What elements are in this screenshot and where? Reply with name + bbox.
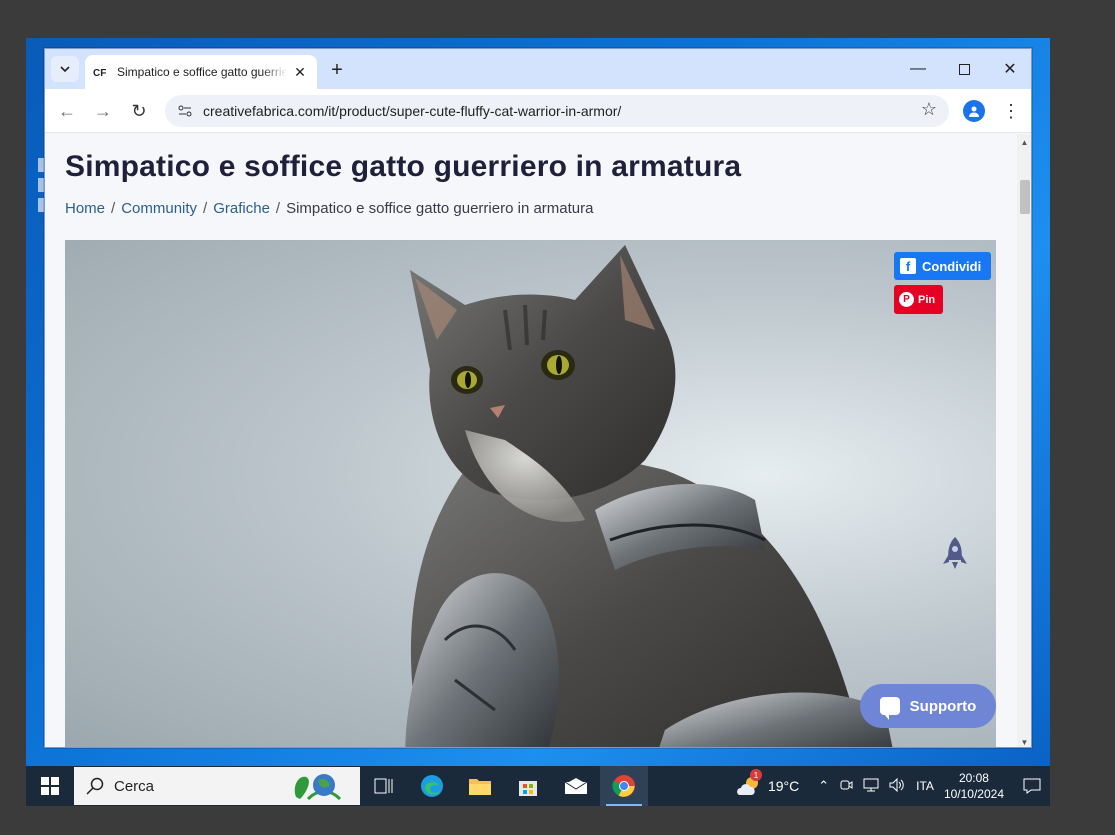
back-button[interactable]: ← <box>55 99 79 123</box>
vertical-scrollbar[interactable]: ▲ ▼ <box>1017 134 1031 747</box>
scroll-down-arrow-icon[interactable]: ▼ <box>1020 738 1029 747</box>
breadcrumb: Home / Community / Grafiche / Simpatico e soff… <box>65 200 593 217</box>
support-label: Supporto <box>909 697 977 715</box>
share-label: Condividi <box>922 258 982 274</box>
product-image[interactable]: f Condividi P Pin Supporto <box>65 240 996 747</box>
input-language[interactable]: ITA <box>916 779 934 793</box>
search-highlight-icon <box>294 774 342 801</box>
chat-bubble-icon <box>879 697 900 720</box>
chevron-down-icon <box>60 66 70 72</box>
scroll-thumb[interactable] <box>1020 180 1030 214</box>
search-icon <box>86 777 104 795</box>
close-tab-icon[interactable]: ✕ <box>291 63 309 81</box>
tab-strip: CF Simpatico e soffice gatto guerriero i… <box>45 49 1031 89</box>
task-view-button[interactable] <box>360 766 408 806</box>
reload-button[interactable]: ↻ <box>127 99 151 123</box>
pinterest-icon: P <box>899 292 914 307</box>
page-viewport: Simpatico e soffice gatto guerriero in a… <box>45 134 1017 747</box>
show-hidden-icons-chevron-icon[interactable]: ⌃ <box>818 778 829 794</box>
breadcrumb-separator: / <box>275 200 281 217</box>
start-button[interactable] <box>26 766 74 806</box>
creativefabrica-icon: CF <box>93 64 109 80</box>
rocket-icon[interactable] <box>941 536 969 575</box>
new-tab-button[interactable]: + <box>325 58 349 82</box>
chrome-taskbar-icon[interactable] <box>600 766 648 806</box>
bookmark-star-icon[interactable]: ☆ <box>921 99 937 120</box>
breadcrumb-current: Simpatico e soffice gatto guerriero in a… <box>286 200 594 217</box>
taskbar-search[interactable]: Cerca <box>74 767 360 805</box>
profile-avatar[interactable] <box>963 100 985 122</box>
weather-badge: 1 <box>749 769 762 781</box>
breadcrumb-home[interactable]: Home <box>65 200 105 217</box>
minimize-button[interactable]: — <box>895 57 941 81</box>
cat-warrior-in-armor-image <box>405 245 893 747</box>
notification-center-button[interactable] <box>1014 766 1050 806</box>
mail-icon[interactable] <box>552 766 600 806</box>
clock-date: 10/10/2024 <box>943 787 1004 801</box>
url-text: creativefabrica.com/it/product/super-cut… <box>203 103 622 119</box>
facebook-share-button[interactable]: f Condividi <box>894 252 992 280</box>
facebook-icon: f <box>900 258 916 274</box>
taskbar: Cerca 1 19°C ⌃ ITA 20:08 10/10/2024 <box>26 766 1050 806</box>
clock-time: 20:08 <box>958 771 989 785</box>
meet-now-icon[interactable] <box>839 778 853 795</box>
active-tab[interactable]: CF Simpatico e soffice gatto guerriero i… <box>85 55 317 89</box>
browser-toolbar: ← → ↻ creativefabrica.com/it/product/sup… <box>45 89 1031 133</box>
volume-icon[interactable] <box>889 777 905 795</box>
pin-label: Pin <box>918 293 936 306</box>
breadcrumb-grafiche[interactable]: Grafiche <box>213 200 270 217</box>
breadcrumb-separator: / <box>203 200 208 217</box>
weather-widget[interactable]: 1 19°C <box>736 769 800 797</box>
windows-logo-icon <box>41 777 59 795</box>
clock[interactable]: 20:08 10/10/2024 <box>944 770 1004 802</box>
file-explorer-icon[interactable] <box>456 766 504 806</box>
scroll-up-arrow-icon[interactable]: ▲ <box>1020 138 1029 147</box>
close-window-button[interactable]: ✕ <box>987 57 1031 81</box>
maximize-icon <box>958 63 970 75</box>
page-title: Simpatico e soffice gatto guerriero in a… <box>65 150 742 183</box>
browser-window: CF Simpatico e soffice gatto guerriero i… <box>44 48 1032 748</box>
edge-taskbar-icon[interactable] <box>408 766 456 806</box>
support-chat-button[interactable]: Supporto <box>860 684 996 728</box>
tab-search-button[interactable] <box>51 56 79 82</box>
tab-title: Simpatico e soffice gatto guerriero in a… <box>117 65 287 79</box>
browser-menu-icon[interactable]: ⋮ <box>999 99 1023 123</box>
person-icon <box>969 106 979 117</box>
breadcrumb-community[interactable]: Community <box>121 200 197 217</box>
task-view-icon <box>374 778 393 794</box>
network-icon[interactable] <box>863 778 879 795</box>
weather-temp: 19°C <box>767 778 800 794</box>
pinterest-pin-button[interactable]: P Pin <box>894 285 944 314</box>
svg-text:CF: CF <box>93 68 106 78</box>
maximize-button[interactable] <box>941 57 987 81</box>
breadcrumb-separator: / <box>111 200 116 217</box>
forward-button[interactable]: → <box>91 99 115 123</box>
system-tray: 1 19°C ⌃ ITA 20:08 10/10/2024 <box>736 766 1050 806</box>
address-bar[interactable]: creativefabrica.com/it/product/super-cut… <box>165 95 949 127</box>
notification-icon <box>1023 778 1041 794</box>
site-info-icon[interactable] <box>173 99 197 123</box>
microsoft-store-icon[interactable] <box>504 766 552 806</box>
search-label: Cerca <box>114 777 155 795</box>
